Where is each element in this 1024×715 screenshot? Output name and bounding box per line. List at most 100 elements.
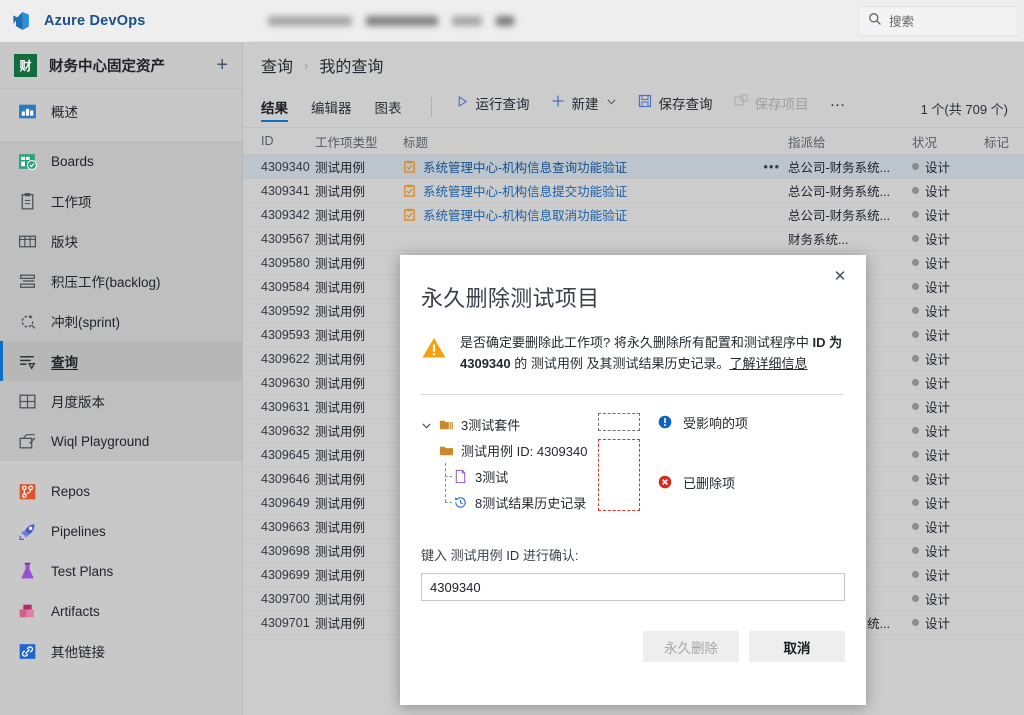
- column-header-assigned[interactable]: 指派给: [788, 132, 912, 151]
- tab-results[interactable]: 结果: [261, 87, 301, 127]
- row-work-item-type: 测试用例: [315, 161, 366, 175]
- sidebar-item-repos[interactable]: Repos: [0, 471, 242, 511]
- table-row[interactable]: 4309342 测试用例 系统管理中心-机构信息取消功能验证 总公司-财务系统... 设…: [243, 203, 1024, 227]
- column-header-tags[interactable]: 标记: [984, 132, 1024, 151]
- sidebar-item-boards[interactable]: Boards: [0, 141, 242, 181]
- row-id: 4309631: [261, 399, 310, 414]
- row-work-item-type: 测试用例: [315, 545, 366, 559]
- project-header[interactable]: 财 财务中心固定资产 +: [0, 42, 242, 89]
- column-header-type[interactable]: 工作项类型: [315, 132, 403, 151]
- chevron-right-icon: ›: [304, 57, 309, 73]
- sidebar-item-label: 积压工作(backlog): [51, 275, 161, 290]
- row-work-item-type: 测试用例: [315, 329, 366, 343]
- legend-deleted-items: 已删除项: [658, 471, 748, 493]
- table-row[interactable]: 4309567 测试用例 财务系统... 设计: [243, 227, 1024, 251]
- row-title[interactable]: 系统管理中心-机构信息提交功能验证: [423, 181, 627, 200]
- tree-node-label: 3测试: [475, 469, 509, 485]
- sidebar-item-overview[interactable]: 概述: [0, 91, 242, 131]
- row-work-item-type: 测试用例: [315, 353, 366, 367]
- table-row[interactable]: 4309341 测试用例 系统管理中心-机构信息提交功能验证 总公司-财务系统... 设…: [243, 179, 1024, 203]
- search-placeholder-text: 搜索: [889, 15, 915, 29]
- learn-more-link[interactable]: 了解详细信息: [729, 356, 807, 371]
- row-status: 设计: [912, 205, 984, 224]
- new-button[interactable]: 新建: [542, 90, 626, 116]
- tab-list: 结果 编辑器 图表: [261, 87, 425, 127]
- row-status: 设计: [912, 301, 984, 320]
- row-title-cell[interactable]: 系统管理中心-机构信息取消功能验证: [403, 205, 788, 224]
- table-row[interactable]: 4309340 测试用例 系统管理中心-机构信息查询功能验证 ••• 总公司-财务系统.…: [243, 155, 1024, 179]
- add-project-icon[interactable]: +: [216, 55, 228, 75]
- column-header-status[interactable]: 状况: [912, 132, 984, 151]
- row-title-cell[interactable]: 系统管理中心-机构信息提交功能验证: [403, 181, 788, 200]
- row-status: 设计: [912, 565, 984, 584]
- permanently-delete-button[interactable]: 永久删除: [643, 631, 739, 663]
- row-status-label: 设计: [925, 497, 951, 511]
- sidebar-item-work-items[interactable]: 工作项: [0, 181, 242, 221]
- save-items-label: 保存项目: [754, 96, 809, 112]
- row-status: 设计: [912, 493, 984, 512]
- sidebar-item-other-links[interactable]: 其他链接: [0, 631, 242, 671]
- row-title-cell[interactable]: 系统管理中心-机构信息查询功能验证 •••: [403, 157, 788, 176]
- sidebar-item-queries[interactable]: 查询: [0, 341, 242, 381]
- sidebar-item-monthly-release[interactable]: 月度版本: [0, 381, 242, 421]
- sidebar-item-artifacts[interactable]: Artifacts: [0, 591, 242, 631]
- row-id: 4309593: [261, 327, 310, 342]
- row-status: 设计: [912, 613, 984, 632]
- breadcrumb-root[interactable]: 查询: [261, 53, 293, 77]
- search-input[interactable]: 搜索: [858, 5, 1018, 36]
- confirm-label-id: ID: [506, 548, 520, 564]
- legend-label: 受影响的项: [683, 415, 749, 431]
- row-title[interactable]: 系统管理中心-机构信息取消功能验证: [423, 205, 627, 224]
- sidebar-item-board[interactable]: 版块: [0, 221, 242, 261]
- tab-editor[interactable]: 编辑器: [311, 87, 365, 127]
- chevron-down-icon[interactable]: [606, 95, 617, 110]
- status-dot-icon: [912, 427, 919, 434]
- status-dot-icon: [912, 547, 919, 554]
- sidebar-item-wiql-playground[interactable]: Wiql Playground: [0, 421, 242, 461]
- brand-title: Azure DevOps: [44, 12, 146, 29]
- blur-chip: [366, 15, 438, 26]
- tree-node-tests[interactable]: 3测试: [439, 463, 845, 489]
- boards-icon: [17, 151, 38, 172]
- status-dot-icon: [912, 187, 919, 194]
- more-options-button[interactable]: …: [821, 93, 857, 112]
- breadcrumb-current[interactable]: 我的查询: [319, 53, 383, 77]
- confirm-id-input[interactable]: [421, 573, 845, 602]
- azure-devops-logo-icon: [12, 10, 34, 32]
- column-header-title[interactable]: 标题: [403, 132, 788, 151]
- link-icon: [17, 641, 38, 662]
- tree-node-test-result-history[interactable]: 8测试结果历史记录: [439, 489, 845, 515]
- row-status: 设计: [912, 373, 984, 392]
- row-work-item-type: 测试用例: [315, 593, 366, 607]
- sidebar-item-test-plans[interactable]: Test Plans: [0, 551, 242, 591]
- tree-connector-tick: [445, 502, 452, 504]
- sidebar-divider: [0, 131, 242, 141]
- close-icon[interactable]: ✕: [827, 263, 853, 289]
- cancel-button[interactable]: 取消: [749, 631, 845, 663]
- sidebar-item-sprint[interactable]: 冲刺(sprint): [0, 301, 242, 341]
- project-name: 财务中心固定资产: [49, 58, 165, 75]
- row-status-label: 设计: [925, 329, 951, 343]
- column-header-id[interactable]: ID: [243, 134, 315, 148]
- row-context-menu-icon[interactable]: •••: [763, 159, 788, 174]
- chevron-down-icon[interactable]: [421, 419, 432, 430]
- warning-id-label: ID: [812, 335, 826, 350]
- dialog-legend: 受影响的项 已删除项: [658, 411, 748, 493]
- dialog-warning: 是否确定要删除此工作项? 将永久删除所有配置和测试程序中 ID 为 430934…: [400, 313, 866, 374]
- status-dot-icon: [912, 571, 919, 578]
- tab-label: 图表: [374, 101, 402, 116]
- row-assigned-to: 总公司-财务系统...: [788, 157, 912, 176]
- row-status: 设计: [912, 325, 984, 344]
- brand-area[interactable]: Azure DevOps: [0, 0, 250, 42]
- run-query-button[interactable]: 运行查询: [447, 90, 539, 116]
- save-items-icon: [733, 94, 748, 111]
- save-query-button[interactable]: 保存查询: [629, 90, 722, 116]
- sidebar-item-pipelines[interactable]: Pipelines: [0, 511, 242, 551]
- permanently-delete-dialog: ✕ 永久删除测试项目 是否确定要删除此工作项? 将永久删除所有配置和测试程序中 …: [400, 255, 866, 705]
- sprint-icon: [17, 311, 38, 332]
- row-title[interactable]: 系统管理中心-机构信息查询功能验证: [423, 157, 627, 176]
- sidebar-item-backlog[interactable]: 积压工作(backlog): [0, 261, 242, 301]
- row-status: 设计: [912, 469, 984, 488]
- tab-charts[interactable]: 图表: [375, 87, 415, 127]
- tree-connector-line: [445, 463, 446, 503]
